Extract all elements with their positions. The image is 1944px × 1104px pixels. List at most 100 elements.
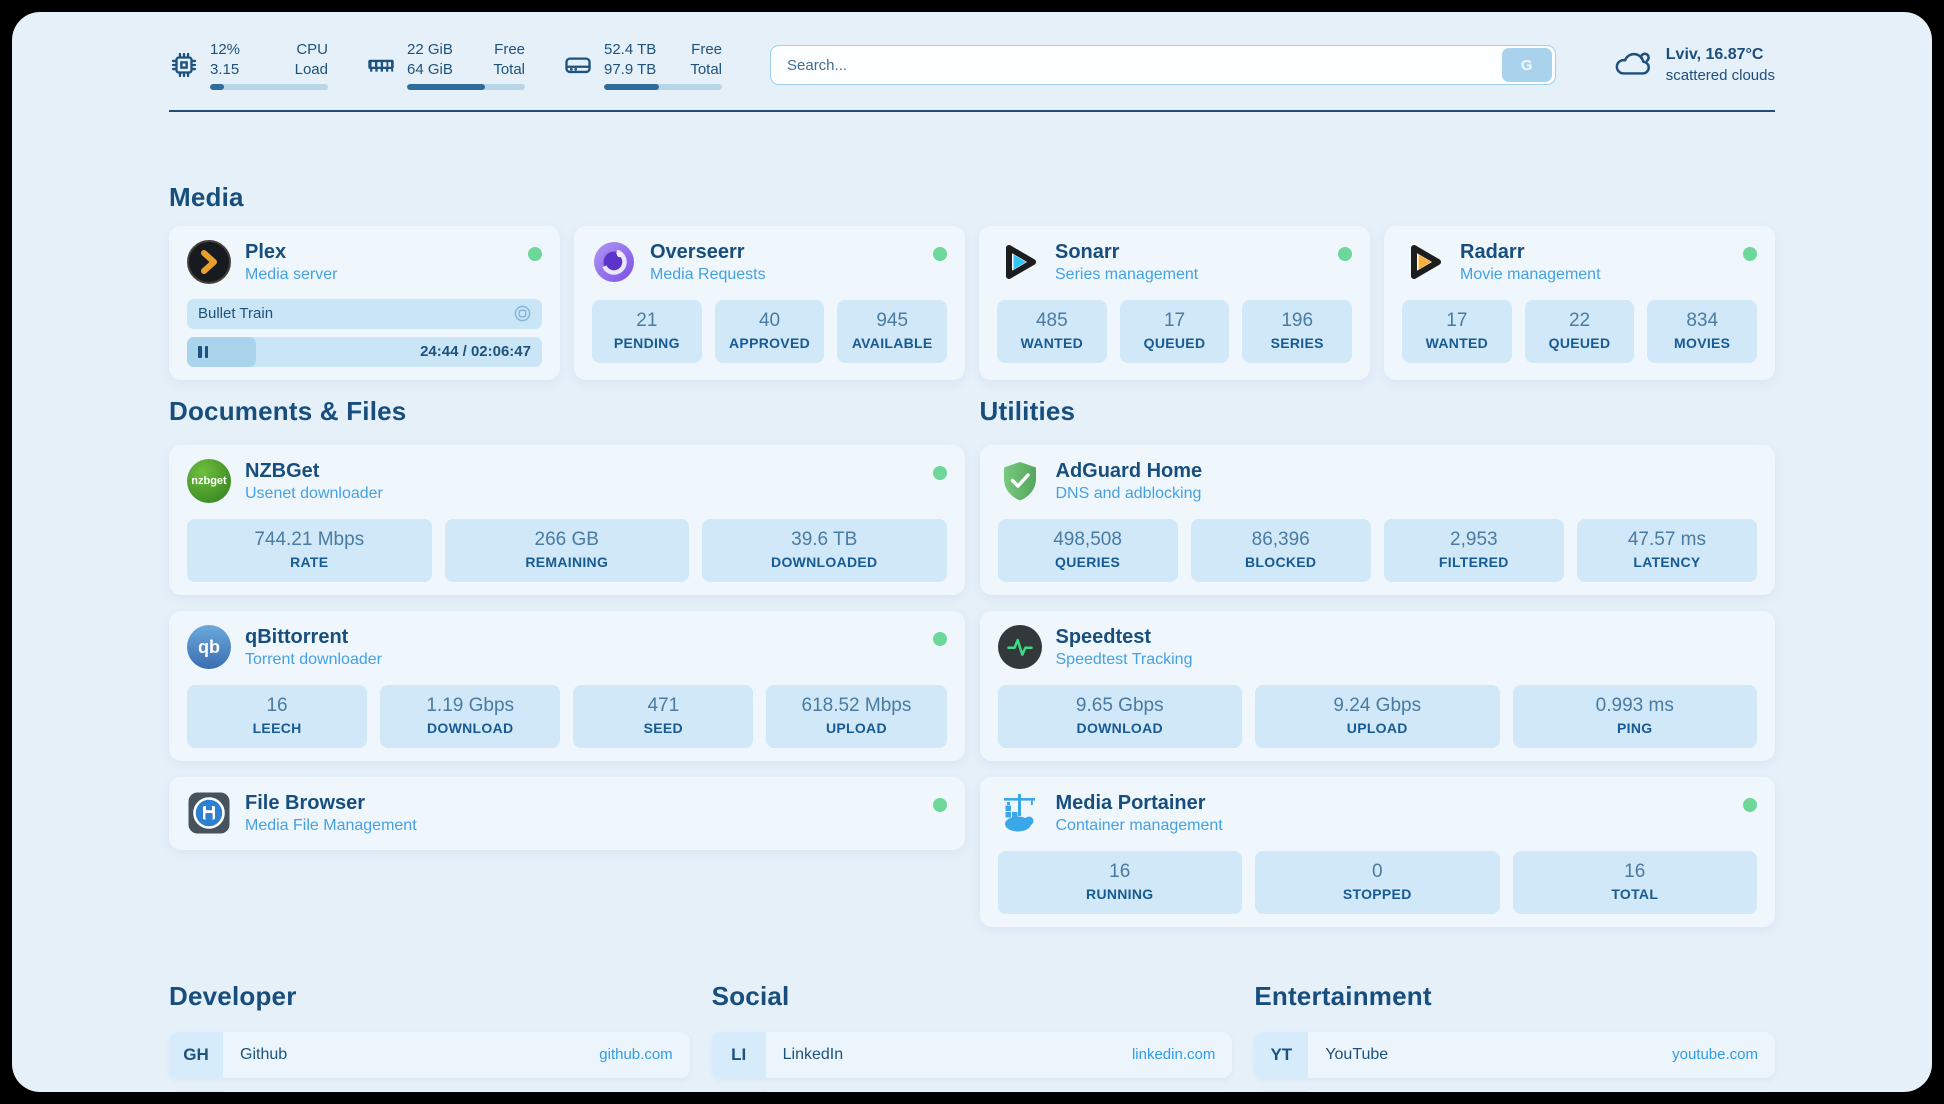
service-title: AdGuard Home xyxy=(1056,458,1203,484)
section-documents: Documents & Files nzbget NZBGet Usenet d… xyxy=(169,396,965,927)
qbittorrent-icon: qb xyxy=(187,625,231,669)
system-stats: 12% 3.15 CPU Load xyxy=(169,40,722,90)
service-title: Plex xyxy=(245,239,337,265)
cpu-stat: 12% 3.15 CPU Load xyxy=(169,40,328,90)
stat-series: 196 SERIES xyxy=(1242,300,1352,363)
radarr-icon xyxy=(1402,240,1446,284)
bookmark-stackoverflow[interactable]: SO StackOverflow stackoverflow.com xyxy=(169,1091,690,1092)
service-card-plex[interactable]: Plex Media server Bullet Train xyxy=(169,226,560,380)
memory-total: 64 GiB xyxy=(407,60,453,80)
service-card-filebrowser[interactable]: File Browser Media File Management xyxy=(169,777,965,850)
service-title: Overseerr xyxy=(650,239,766,265)
stat-remaining: 266 GB REMAINING xyxy=(445,519,690,582)
now-playing-time: 24:44 / 02:06:47 xyxy=(420,337,531,367)
bookmark-group-entertainment: Entertainment YT YouTube youtube.com NF … xyxy=(1254,981,1775,1092)
bookmark-linkedin[interactable]: LI LinkedIn linkedin.com xyxy=(712,1032,1233,1078)
now-playing-session-icon[interactable] xyxy=(514,305,531,322)
weather-condition: scattered clouds xyxy=(1666,66,1775,86)
bookmarks: Developer GH Github github.com SO StackO… xyxy=(169,981,1775,1092)
bookmark-url[interactable]: youtube.com xyxy=(1672,1046,1758,1063)
stat-ping: 0.993 ms PING xyxy=(1513,685,1758,748)
bookmark-url[interactable]: linkedin.com xyxy=(1132,1046,1215,1063)
bookmark-name: LinkedIn xyxy=(783,1046,844,1064)
disk-total: 97.9 TB xyxy=(604,60,656,80)
stat-movies: 834 MOVIES xyxy=(1647,300,1757,363)
bookmark-github[interactable]: GH Github github.com xyxy=(169,1032,690,1078)
memory-progress-bar xyxy=(407,84,525,90)
speedtest-icon xyxy=(998,625,1042,669)
header-divider xyxy=(169,110,1775,112)
service-title: Sonarr xyxy=(1055,239,1198,265)
bookmark-youtube[interactable]: YT YouTube youtube.com xyxy=(1254,1032,1775,1078)
service-subtitle: DNS and adblocking xyxy=(1056,484,1203,505)
stat-downloaded: 39.6 TB DOWNLOADED xyxy=(702,519,947,582)
search-engine-button[interactable]: G xyxy=(1502,48,1552,82)
status-online-dot xyxy=(1743,247,1757,261)
bookmark-abbr: YT xyxy=(1254,1032,1308,1078)
service-card-adguard[interactable]: AdGuard Home DNS and adblocking 498,508 … xyxy=(980,445,1776,595)
cpu-percent: 12% xyxy=(210,40,240,60)
section-media: Media Plex Media server xyxy=(169,182,1775,380)
bookmark-abbr: TW xyxy=(712,1091,766,1092)
adguard-icon xyxy=(998,459,1042,503)
stat-download: 9.65 Gbps DOWNLOAD xyxy=(998,685,1243,748)
overseerr-icon xyxy=(592,240,636,284)
section-title-documents: Documents & Files xyxy=(169,396,965,427)
bookmark-name: YouTube xyxy=(1325,1046,1388,1064)
service-card-overseerr[interactable]: Overseerr Media Requests 21 PENDING 40 A… xyxy=(574,226,965,380)
stat-wanted: 17 WANTED xyxy=(1402,300,1512,363)
stat-upload: 9.24 Gbps UPLOAD xyxy=(1255,685,1500,748)
service-card-sonarr[interactable]: Sonarr Series management 485 WANTED 17 Q… xyxy=(979,226,1370,380)
memory-labels: Free Total xyxy=(493,40,525,79)
section-title-social: Social xyxy=(712,981,1233,1012)
stat-approved: 40 APPROVED xyxy=(715,300,825,363)
disk-free: 52.4 TB xyxy=(604,40,656,60)
section-title-utilities: Utilities xyxy=(980,396,1776,427)
cpu-labels: CPU Load xyxy=(295,40,328,79)
disk-progress-bar xyxy=(604,84,722,90)
bookmark-url[interactable]: github.com xyxy=(599,1046,672,1063)
service-card-speedtest[interactable]: Speedtest Speedtest Tracking 9.65 Gbps D… xyxy=(980,611,1776,761)
pause-icon[interactable] xyxy=(198,346,208,358)
disk-labels: Free Total xyxy=(690,40,722,79)
service-title: Speedtest xyxy=(1056,624,1193,650)
stat-pending: 21 PENDING xyxy=(592,300,702,363)
service-card-portainer[interactable]: Media Portainer Container management 16 … xyxy=(980,777,1776,927)
search-input[interactable] xyxy=(771,46,1502,84)
cpu-load-avg: 3.15 xyxy=(210,60,240,80)
service-subtitle: Movie management xyxy=(1460,265,1601,286)
stat-download: 1.19 Gbps DOWNLOAD xyxy=(380,685,560,748)
service-subtitle: Media Requests xyxy=(650,265,766,286)
cloud-icon xyxy=(1612,45,1654,86)
bookmark-group-social: Social LI LinkedIn linkedin.com TW Twitt… xyxy=(712,981,1233,1092)
weather-widget: Lviv, 16.87°C scattered clouds xyxy=(1612,44,1775,86)
service-card-qbittorrent[interactable]: qb qBittorrent Torrent downloader 16 LEE… xyxy=(169,611,965,761)
bookmark-name: Github xyxy=(240,1046,287,1064)
memory-stat: 22 GiB 64 GiB Free Total xyxy=(366,40,525,90)
service-subtitle: Speedtest Tracking xyxy=(1056,650,1193,671)
header: 12% 3.15 CPU Load xyxy=(169,36,1775,94)
memory-values: 22 GiB 64 GiB xyxy=(407,40,453,79)
bookmark-twitter[interactable]: TW Twitter twitter.com xyxy=(712,1091,1233,1092)
status-online-dot xyxy=(933,247,947,261)
stat-latency: 47.57 ms LATENCY xyxy=(1577,519,1757,582)
section-utilities: Utilities xyxy=(980,396,1776,927)
stat-queued: 22 QUEUED xyxy=(1525,300,1635,363)
cpu-icon xyxy=(169,50,199,80)
now-playing-progress-bar[interactable]: 24:44 / 02:06:47 xyxy=(187,337,542,367)
service-subtitle: Series management xyxy=(1055,265,1198,286)
bookmark-abbr: LI xyxy=(712,1032,766,1078)
service-card-nzbget[interactable]: nzbget NZBGet Usenet downloader 744.21 M… xyxy=(169,445,965,595)
now-playing: Bullet Train 24:44 / 02:06:47 xyxy=(187,299,542,367)
service-title: Media Portainer xyxy=(1056,790,1223,816)
status-online-dot xyxy=(528,247,542,261)
service-subtitle: Media server xyxy=(245,265,337,286)
stat-stopped: 0 STOPPED xyxy=(1255,851,1500,914)
disk-stat-body: 52.4 TB 97.9 TB Free Total xyxy=(604,40,722,90)
bookmark-netflix[interactable]: NF Netflix netflix.com xyxy=(1254,1091,1775,1092)
cpu-stat-body: 12% 3.15 CPU Load xyxy=(210,40,328,90)
disk-icon xyxy=(563,50,593,80)
service-card-radarr[interactable]: Radarr Movie management 17 WANTED 22 QUE… xyxy=(1384,226,1775,380)
now-playing-title: Bullet Train xyxy=(198,305,273,322)
service-title: NZBGet xyxy=(245,458,383,484)
